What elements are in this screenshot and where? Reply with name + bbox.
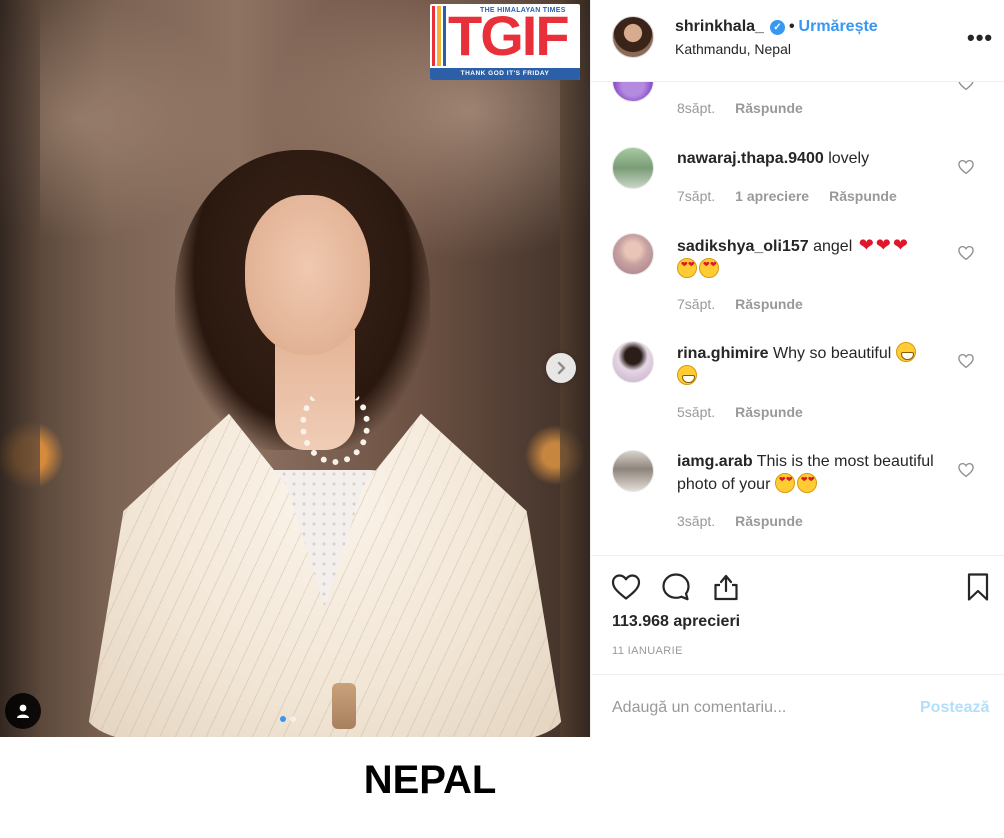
comment-bubble-icon[interactable] xyxy=(660,571,692,603)
like-comment-heart-icon[interactable] xyxy=(957,461,975,479)
logo-main-text: TGIF xyxy=(448,4,570,67)
comment-username[interactable]: rina.ghimire xyxy=(677,345,769,362)
comments-list[interactable]: 8săpt. Răspunde nawaraj.thapa.9400 lovel… xyxy=(591,82,1004,556)
post-date[interactable]: 11 IANUARIE xyxy=(612,645,683,657)
comment-time[interactable]: 7săpt. xyxy=(677,188,715,204)
comment-username[interactable]: iamg.arab xyxy=(677,453,753,470)
reply-button[interactable]: Răspunde xyxy=(735,296,803,312)
tgif-logo: TGIF THE HIMALAYAN TIMES THANK GOD IT'S … xyxy=(430,4,580,80)
verified-badge-icon: ✓ xyxy=(769,19,785,35)
reply-button[interactable]: Răspunde xyxy=(829,188,897,204)
comment-username[interactable]: sadikshya_oli157 xyxy=(677,238,809,255)
post-header: shrinkhala_ ✓ • Urmărește Kathmandu, Nep… xyxy=(591,0,1004,82)
logo-color-bars xyxy=(432,6,446,66)
comment-input[interactable]: Adaugă un comentariu... xyxy=(612,699,786,717)
header-separator: • xyxy=(788,18,795,35)
comment-text: iamg.arab This is the most beautiful pho… xyxy=(677,451,947,496)
comment-avatar[interactable] xyxy=(612,233,654,275)
user-icon xyxy=(17,704,29,718)
photo-subject-necklace xyxy=(300,385,370,465)
author-username[interactable]: shrinkhala_ xyxy=(675,18,764,36)
comment-meta: 8săpt. Răspunde xyxy=(677,100,803,116)
like-comment-heart-icon[interactable] xyxy=(957,244,975,262)
comment-meta: 3săpt. Răspunde xyxy=(677,513,803,529)
heart-eyes-emoji-icon xyxy=(796,473,817,493)
comment-time[interactable]: 8săpt. xyxy=(677,100,715,116)
photo-subject-face xyxy=(245,195,370,355)
more-options-icon[interactable]: ••• xyxy=(967,25,993,51)
comment-meta: 5săpt. Răspunde xyxy=(677,404,803,420)
like-comment-heart-icon[interactable] xyxy=(957,352,975,370)
grinning-emoji-icon xyxy=(895,342,916,362)
reply-button[interactable]: Răspunde xyxy=(735,100,803,116)
comment-time[interactable]: 7săpt. xyxy=(677,296,715,312)
background-pillar xyxy=(0,0,40,737)
photo-subject-watch xyxy=(332,683,356,729)
image-caption: NEPAL xyxy=(363,758,497,802)
red-heart-emoji-icon: ❤ xyxy=(892,235,908,255)
red-heart-emoji-icon: ❤ xyxy=(875,235,891,255)
author-avatar[interactable] xyxy=(612,16,654,58)
post-photo[interactable]: TGIF THE HIMALAYAN TIMES THANK GOD IT'S … xyxy=(0,0,590,737)
comment-body: Why so beautiful xyxy=(773,345,892,362)
comment-likes[interactable]: 1 apreciere xyxy=(735,188,809,204)
post-location[interactable]: Kathmandu, Nepal xyxy=(675,41,791,57)
logo-top-text: THE HIMALAYAN TIMES xyxy=(480,7,566,14)
post-details-panel: shrinkhala_ ✓ • Urmărește Kathmandu, Nep… xyxy=(590,0,1004,737)
comment-avatar[interactable] xyxy=(612,450,654,492)
author-line: shrinkhala_ ✓ • Urmărește xyxy=(675,18,878,36)
comment-meta: 7săpt. Răspunde xyxy=(677,296,803,312)
carousel-next-button[interactable] xyxy=(546,353,576,383)
post-comment-button[interactable]: Postează xyxy=(920,699,989,717)
comment-avatar[interactable] xyxy=(612,82,654,102)
carousel-dot xyxy=(290,716,296,722)
tagged-users-button[interactable] xyxy=(5,693,41,729)
red-heart-emoji-icon: ❤ xyxy=(858,235,874,255)
reply-button[interactable]: Răspunde xyxy=(735,513,803,529)
comment-time[interactable]: 3săpt. xyxy=(677,513,715,529)
comment-text: rina.ghimire Why so beautiful xyxy=(677,342,947,388)
reply-button[interactable]: Răspunde xyxy=(735,404,803,420)
comment-text: sadikshya_oli157 angel ❤ ❤ ❤ xyxy=(677,234,947,281)
comment-meta: 7săpt. 1 apreciere Răspunde xyxy=(677,188,897,204)
logo-tagline: THANK GOD IT'S FRIDAY xyxy=(430,68,580,80)
carousel-indicator xyxy=(280,716,296,722)
comment-avatar[interactable] xyxy=(612,341,654,383)
comment-avatar[interactable] xyxy=(612,147,654,189)
share-icon[interactable] xyxy=(710,571,742,603)
comment-body: lovely xyxy=(828,150,870,167)
heart-eyes-emoji-icon xyxy=(774,473,795,493)
grinning-emoji-icon xyxy=(677,365,697,385)
heart-eyes-emoji-icon xyxy=(699,258,719,278)
comment-text: nawaraj.thapa.9400 lovely xyxy=(677,148,947,170)
likes-count[interactable]: 113.968 aprecieri xyxy=(612,613,740,631)
comment-body: angel xyxy=(813,238,853,255)
add-comment-bar: Adaugă un comentariu... Postează xyxy=(591,674,1004,737)
chevron-right-icon xyxy=(557,361,566,375)
carousel-dot xyxy=(280,716,286,722)
heart-eyes-emoji-icon xyxy=(677,258,697,278)
like-comment-heart-icon[interactable] xyxy=(957,82,975,92)
comment-username[interactable]: nawaraj.thapa.9400 xyxy=(677,150,824,167)
save-bookmark-icon[interactable] xyxy=(962,571,994,603)
like-comment-heart-icon[interactable] xyxy=(957,158,975,176)
like-heart-icon[interactable] xyxy=(610,571,642,603)
comment-time[interactable]: 5săpt. xyxy=(677,404,715,420)
follow-button[interactable]: Urmărește xyxy=(799,18,878,36)
post-actions: 113.968 aprecieri 11 IANUARIE xyxy=(591,556,1004,674)
